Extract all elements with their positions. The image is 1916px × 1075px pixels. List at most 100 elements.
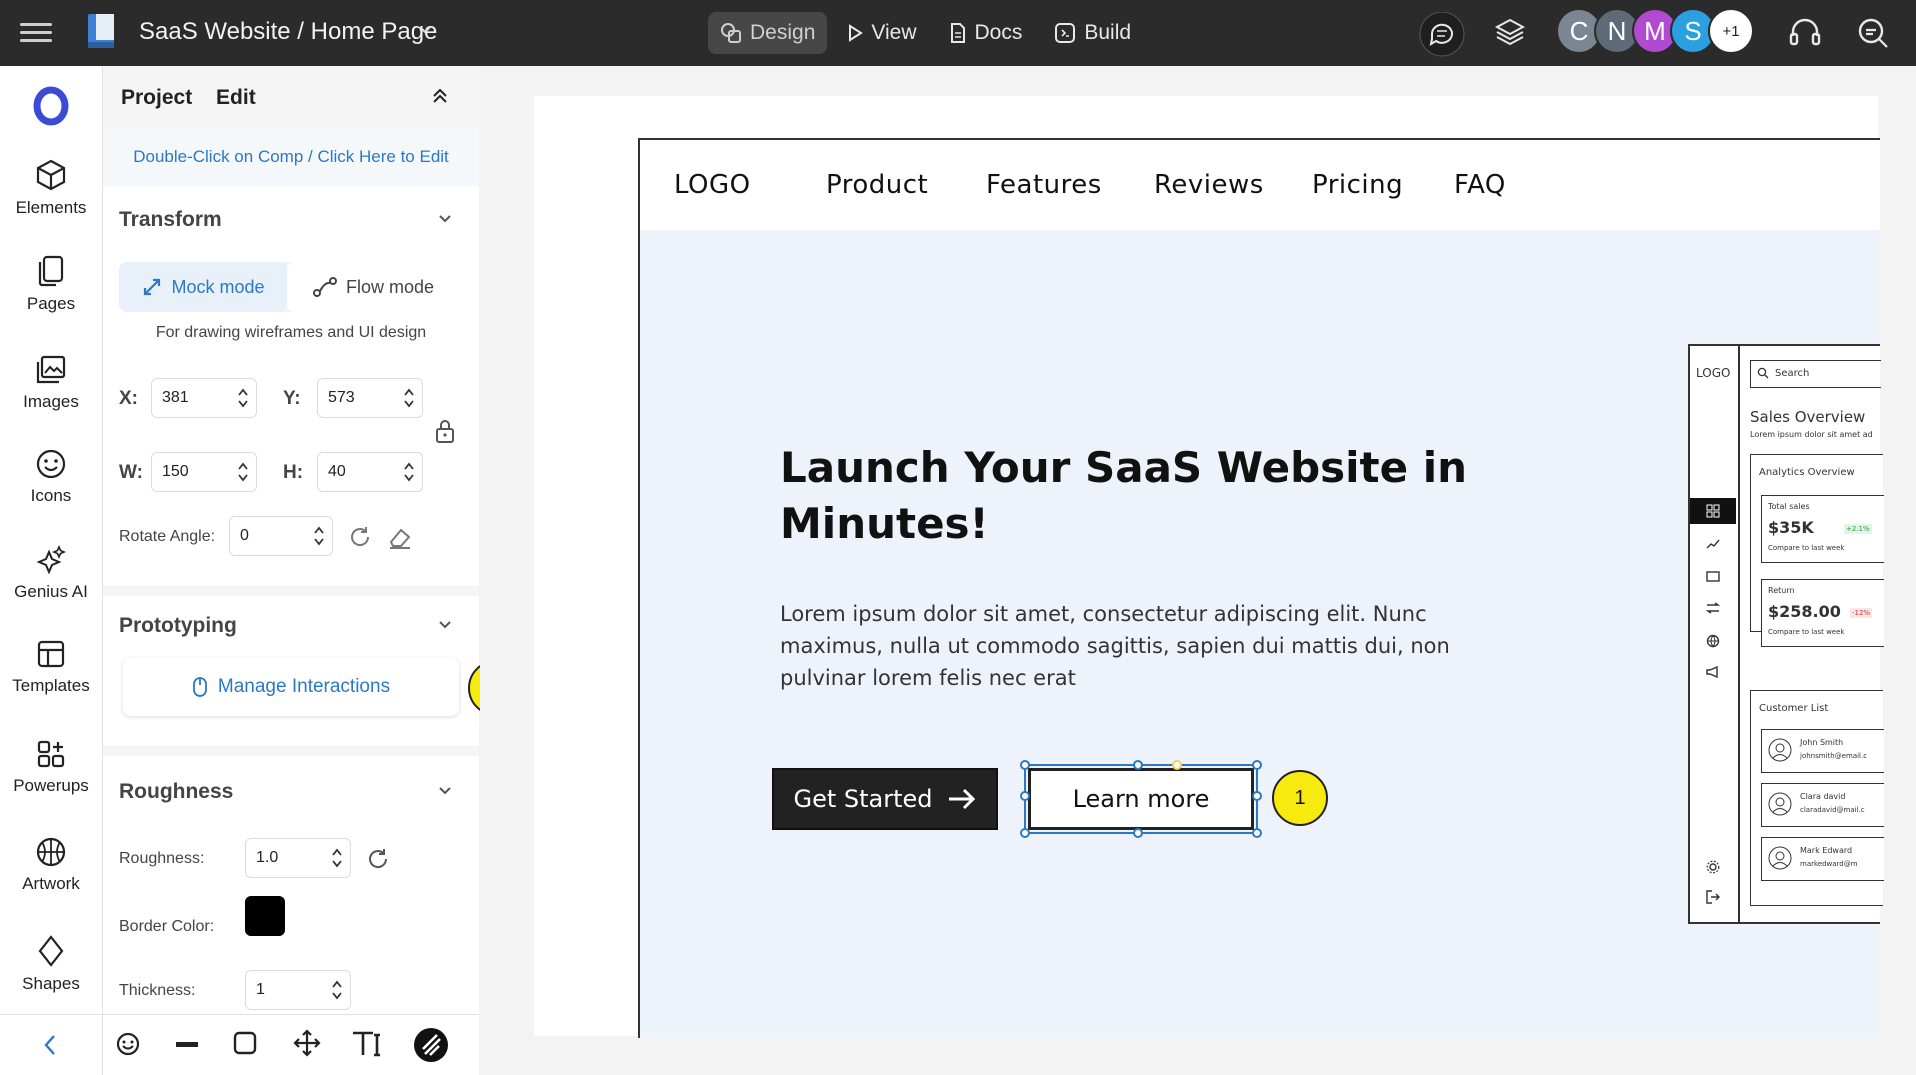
edit-hint-link[interactable]: Double-Click on Comp / Click Here to Edi…	[103, 128, 479, 186]
return-value: $258.00	[1768, 602, 1841, 621]
h-input[interactable]: 40	[317, 452, 423, 492]
h-value: 40	[328, 463, 346, 480]
roughness-section-title[interactable]: Roughness	[119, 780, 233, 804]
headset-icon[interactable]	[1788, 16, 1822, 48]
roughness-value: 1.0	[256, 849, 279, 866]
border-color-label: Border Color:	[119, 918, 215, 935]
rail-item-images[interactable]: Images	[0, 354, 102, 412]
mock-mode-button[interactable]: Mock mode	[119, 262, 287, 312]
rail-item-templates[interactable]: Templates	[0, 638, 102, 696]
rail-item-powerups[interactable]: Powerups	[0, 738, 102, 796]
manage-interactions-button[interactable]: Manage Interactions	[123, 658, 459, 716]
rail-item-genius-ai[interactable]: Genius AI	[0, 544, 102, 602]
dashboard-mockup[interactable]: LOGO Search Sales Overview Lorem ipsum d…	[1688, 344, 1884, 924]
reset-icon[interactable]	[365, 846, 391, 872]
rail-item-label: Genius AI	[14, 582, 88, 601]
resize-handle[interactable]	[1133, 828, 1143, 838]
chevron-down-icon[interactable]	[418, 24, 432, 36]
stepper-icon[interactable]	[404, 387, 414, 409]
thickness-input[interactable]: 1	[245, 970, 351, 1010]
rail-item-elements[interactable]: Elements	[0, 158, 102, 218]
rotate-label: Rotate Angle:	[119, 528, 216, 545]
get-started-label: Get Started	[793, 785, 933, 813]
tab-design[interactable]: Design	[708, 12, 828, 54]
tab-docs[interactable]: Docs	[937, 12, 1035, 54]
lock-icon[interactable]	[433, 418, 457, 444]
chevron-down-icon[interactable]	[437, 618, 453, 632]
rail-item-icons[interactable]: Icons	[0, 448, 102, 506]
hero-body[interactable]: Lorem ipsum dolor sit amet, consectetur …	[780, 598, 1500, 694]
line-tool-icon[interactable]	[175, 1041, 199, 1049]
w-value: 150	[162, 463, 189, 480]
x-input[interactable]: 381	[151, 378, 257, 418]
tab-build[interactable]: Build	[1042, 12, 1143, 54]
smiley-icon[interactable]	[115, 1031, 141, 1057]
rail-item-label: Shapes	[22, 974, 80, 993]
roughness-tool-icon[interactable]	[413, 1027, 449, 1063]
rail-item-pages[interactable]: Pages	[0, 254, 102, 314]
chevron-left-icon[interactable]	[42, 1033, 58, 1057]
w-input[interactable]: 150	[151, 452, 257, 492]
roughness-input[interactable]: 1.0	[245, 838, 351, 878]
wallet-icon	[1706, 571, 1720, 582]
website-frame[interactable]: LOGO Product Features Reviews Pricing FA…	[638, 138, 1884, 1038]
rotate-reset-icon[interactable]	[347, 524, 373, 550]
nav-features[interactable]: Features	[986, 170, 1102, 200]
mockup-search: Search	[1750, 360, 1881, 388]
resize-handle[interactable]	[1020, 828, 1030, 838]
app-logo-icon[interactable]	[86, 12, 118, 50]
stepper-icon[interactable]	[404, 461, 414, 483]
flow-mode-button[interactable]: Flow mode	[287, 262, 459, 312]
tab-docs-label: Docs	[974, 21, 1023, 44]
collapse-up-icon[interactable]	[431, 86, 449, 106]
resize-handle[interactable]	[1252, 791, 1262, 801]
nav-faq[interactable]: FAQ	[1454, 170, 1506, 200]
chevron-down-icon[interactable]	[437, 784, 453, 798]
nav-product[interactable]: Product	[826, 170, 928, 200]
tab-view[interactable]: View	[835, 12, 928, 54]
resize-handle[interactable]	[1133, 760, 1143, 770]
text-tool-icon[interactable]	[351, 1029, 385, 1057]
get-started-button[interactable]: Get Started	[772, 768, 998, 830]
rotate-input[interactable]: 0	[229, 516, 333, 556]
eraser-icon[interactable]	[387, 524, 413, 550]
flow-mode-label: Flow mode	[345, 276, 435, 297]
stepper-icon[interactable]	[238, 461, 248, 483]
search-icon[interactable]	[1856, 16, 1890, 50]
resize-handle[interactable]	[1252, 828, 1262, 838]
tab-project[interactable]: Project	[121, 86, 192, 109]
site-logo[interactable]: LOGO	[674, 170, 751, 200]
stepper-icon[interactable]	[238, 387, 248, 409]
document-title[interactable]: SaaS Website / Home Page	[139, 18, 437, 46]
rotate-handle[interactable]	[1172, 760, 1182, 770]
resize-handle[interactable]	[1252, 760, 1262, 770]
chevron-down-icon[interactable]	[437, 212, 453, 226]
stepper-icon[interactable]	[314, 525, 324, 547]
transform-section-title[interactable]: Transform	[119, 208, 222, 232]
more-collaborators-badge[interactable]: +1	[1708, 8, 1754, 54]
rectangle-tool-icon[interactable]	[233, 1031, 257, 1055]
rail-item-artwork[interactable]: Artwork	[0, 836, 102, 894]
prototyping-section-title[interactable]: Prototyping	[119, 614, 237, 638]
move-tool-icon[interactable]	[293, 1029, 321, 1057]
border-color-swatch[interactable]	[245, 896, 285, 936]
stepper-icon[interactable]	[332, 979, 342, 1001]
mock-mode-label: Mock mode	[171, 276, 265, 297]
stepper-icon[interactable]	[332, 847, 342, 869]
nav-reviews[interactable]: Reviews	[1154, 170, 1264, 200]
resize-handle[interactable]	[1020, 760, 1030, 770]
document-icon	[950, 23, 965, 43]
comments-icon[interactable]	[1418, 12, 1466, 60]
nav-pricing[interactable]: Pricing	[1312, 170, 1403, 200]
hero-title[interactable]: Launch Your SaaS Website in Minutes!	[780, 440, 1500, 552]
rail-item-shapes[interactable]: Shapes	[0, 934, 102, 994]
hamburger-menu-icon[interactable]	[20, 18, 52, 46]
tab-edit[interactable]: Edit	[216, 86, 256, 109]
resize-handle[interactable]	[1020, 791, 1030, 801]
y-input[interactable]: 573	[317, 378, 423, 418]
avatar-letter: N	[1607, 15, 1627, 46]
layers-icon[interactable]	[1494, 16, 1526, 48]
pages-icon	[38, 255, 64, 287]
customer-row: Clara david claradavid@mail.c	[1761, 783, 1884, 827]
selection-box[interactable]	[1020, 760, 1262, 838]
